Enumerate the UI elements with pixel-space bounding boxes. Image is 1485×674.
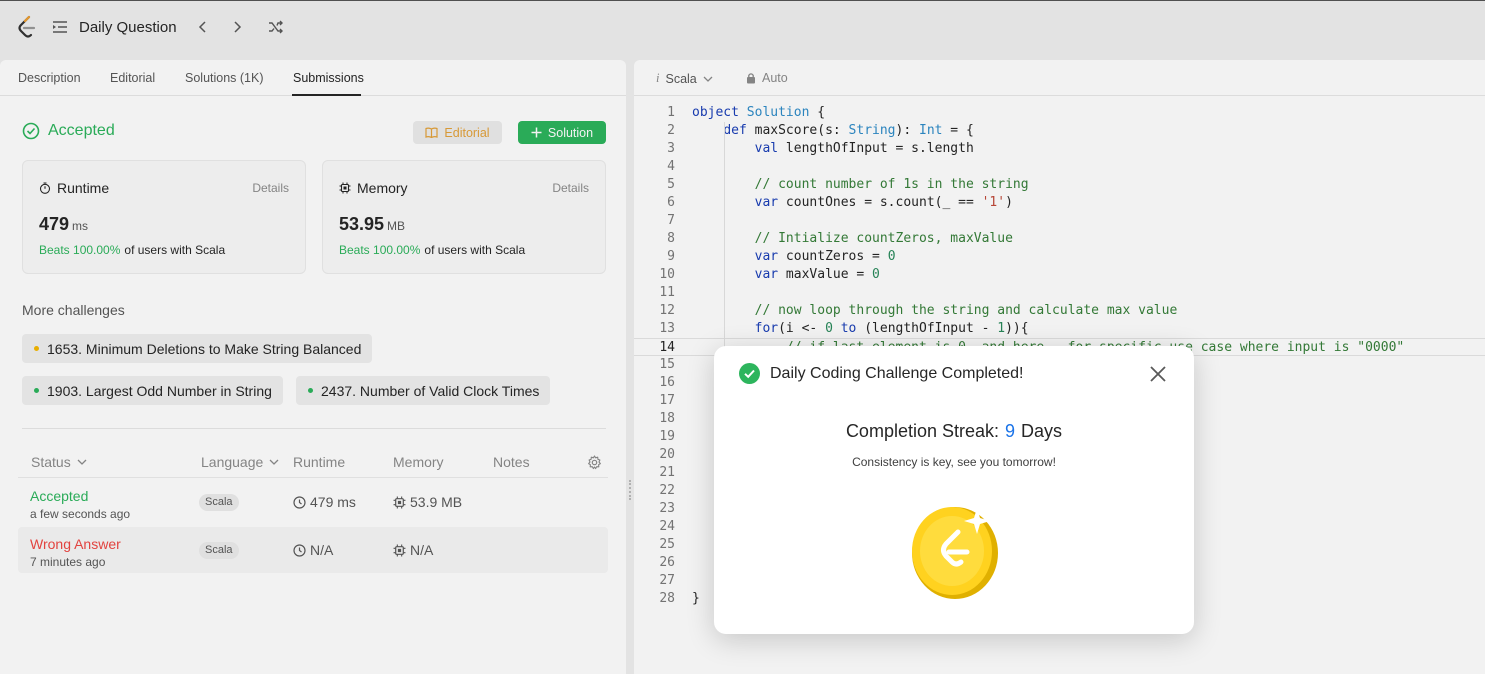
modal-title: Daily Coding Challenge Completed! [770, 365, 1024, 382]
success-check-icon [739, 363, 760, 384]
close-icon[interactable] [1147, 363, 1169, 385]
modal-message: Consistency is key, see you tomorrow! [852, 455, 1056, 469]
leetcode-coin-icon [912, 507, 998, 599]
daily-challenge-modal: Daily Coding Challenge Completed! Comple… [714, 346, 1194, 634]
completion-streak: Completion Streak: 9 Days [845, 421, 1063, 441]
streak-count: 9 [1005, 421, 1016, 441]
